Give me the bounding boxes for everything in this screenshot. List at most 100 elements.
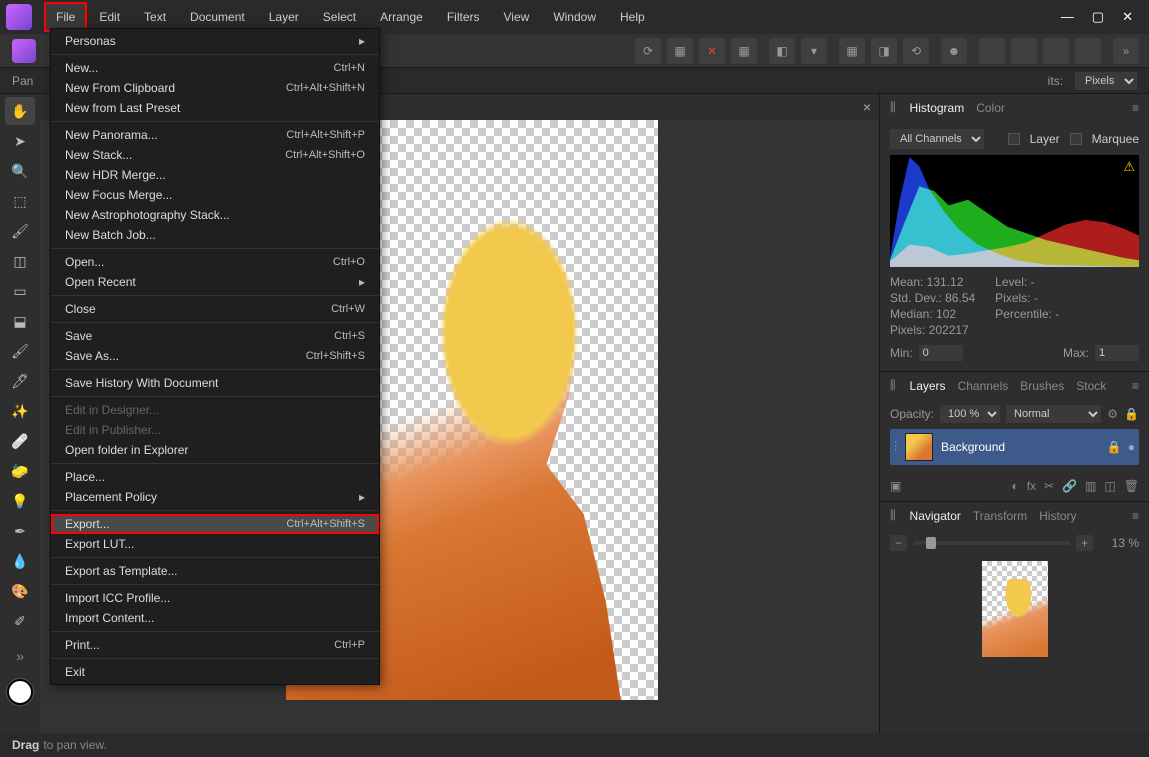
tab-navigator[interactable]: Navigator [910,509,961,523]
maximize-button[interactable]: ▢ [1092,9,1104,25]
tab-channels[interactable]: Channels [958,379,1009,393]
layer-visible-icon[interactable]: ● [1128,440,1135,454]
menu-item-new-batch-job[interactable]: New Batch Job... [51,225,379,245]
tab-histogram[interactable]: Histogram [910,101,965,115]
toolbar-button-10[interactable] [1011,38,1037,64]
menu-item-place[interactable]: Place... [51,467,379,487]
panel-grip-icon[interactable]: ⫼ [890,508,896,523]
navigator-preview[interactable] [982,561,1048,657]
toolbar-button-6[interactable]: ▦ [839,38,865,64]
menu-item-new[interactable]: New...Ctrl+N [51,58,379,78]
max-input[interactable] [1095,345,1139,361]
menu-item-export-lut[interactable]: Export LUT... [51,534,379,554]
menu-item-open-recent[interactable]: Open Recent▸ [51,272,379,292]
menu-item-save-history-with-document[interactable]: Save History With Document [51,373,379,393]
paint-icon[interactable]: 🖌 [5,337,35,365]
marquee-checkbox[interactable] [1070,133,1082,145]
channel-select[interactable]: All Channels [890,129,984,149]
minimize-button[interactable]: — [1061,9,1074,25]
menu-item-personas[interactable]: Personas▸ [51,31,379,51]
layer-row[interactable]: ⫶ Background 🔒 ● [890,429,1139,465]
tab-transform[interactable]: Transform [973,509,1027,523]
document-close-icon[interactable]: × [863,99,871,115]
toolbar-overflow[interactable]: » [1113,38,1139,64]
group-icon[interactable]: ▥ [1085,479,1096,493]
trash-icon[interactable]: 🗑 [1124,479,1139,493]
close-button[interactable]: ✕ [1122,9,1133,25]
menu-item-save-as[interactable]: Save As...Ctrl+Shift+S [51,346,379,366]
menu-item-exit[interactable]: Exit [51,662,379,682]
lock-icon[interactable]: 🔒 [1124,407,1139,421]
menu-item-export-as-template[interactable]: Export as Template... [51,561,379,581]
effects-icon[interactable]: ✨ [5,397,35,425]
menu-item-placement-policy[interactable]: Placement Policy▸ [51,487,379,507]
zoom-slider[interactable] [913,541,1070,545]
toolbar-button-9[interactable] [979,38,1005,64]
panel-menu-icon[interactable]: ≡ [1132,379,1139,393]
adjustment-icon[interactable]: ◐ [1011,479,1018,493]
toolbar-button-8[interactable]: ⟲ [903,38,929,64]
fx-icon[interactable]: fx [1027,479,1036,493]
panel-menu-icon[interactable]: ≡ [1132,509,1139,523]
flood-icon[interactable]: ⬓ [5,307,35,335]
panel-menu-icon[interactable]: ≡ [1132,101,1139,115]
panel-grip-icon[interactable]: ⫼ [890,100,896,115]
menu-item-close[interactable]: CloseCtrl+W [51,299,379,319]
toolbar-button-7[interactable]: ◨ [871,38,897,64]
link-icon[interactable]: 🔗 [1062,479,1077,493]
toolbar-button-1[interactable]: ⟳ [635,38,661,64]
toolbar-button-2[interactable]: ▦ [667,38,693,64]
warning-icon[interactable]: ⚠ [1123,159,1135,175]
menu-item-new-stack[interactable]: New Stack...Ctrl+Alt+Shift+O [51,145,379,165]
arrow-icon[interactable]: ➤ [5,127,35,155]
toolbar-dropdown-1[interactable]: ▾ [801,38,827,64]
menu-item-export[interactable]: Export...Ctrl+Alt+Shift+S [51,514,379,534]
color-picker-icon[interactable]: ✐ [5,607,35,635]
zoom-icon[interactable]: 🔍 [5,157,35,185]
persona-icon[interactable] [12,39,36,63]
panel-grip-icon[interactable]: ⫼ [890,378,896,393]
menu-item-open-folder-in-explorer[interactable]: Open folder in Explorer [51,440,379,460]
gear-icon[interactable]: ⚙ [1107,407,1118,421]
menu-item-new-from-clipboard[interactable]: New From ClipboardCtrl+Alt+Shift+N [51,78,379,98]
blur-icon[interactable]: 💧 [5,547,35,575]
sponge-icon[interactable]: 🧽 [5,457,35,485]
zoom-out-button[interactable]: − [890,535,907,551]
tab-brushes[interactable]: Brushes [1020,379,1064,393]
layer-lock-icon[interactable]: 🔒 [1107,440,1122,454]
brush-icon[interactable]: 🖌 [5,217,35,245]
menu-item-new-from-last-preset[interactable]: New from Last Preset [51,98,379,118]
units-select[interactable]: Pixels [1075,72,1137,90]
toolbar-button-5[interactable]: ◧ [769,38,795,64]
menu-filters[interactable]: Filters [435,2,492,32]
color-swatch[interactable] [7,679,33,705]
menu-view[interactable]: View [492,2,542,32]
paintbrush-icon[interactable]: 🖊 [5,367,35,395]
menu-item-open[interactable]: Open...Ctrl+O [51,252,379,272]
layer-grip-icon[interactable]: ⫶ [894,440,897,455]
min-input[interactable] [919,345,963,361]
layer-checkbox[interactable] [1008,133,1020,145]
menu-item-new-focus-merge[interactable]: New Focus Merge... [51,185,379,205]
crop-icon[interactable]: ✂ [1044,479,1054,493]
toolbar-button-11[interactable] [1043,38,1069,64]
tab-color[interactable]: Color [976,101,1005,115]
menu-window[interactable]: Window [541,2,608,32]
assistant-icon[interactable]: ☻ [941,38,967,64]
marquee-icon[interactable]: ▭ [5,277,35,305]
toolbar-button-4[interactable]: ▦ [731,38,757,64]
menu-item-import-content[interactable]: Import Content... [51,608,379,628]
menu-item-save[interactable]: SaveCtrl+S [51,326,379,346]
menu-help[interactable]: Help [608,2,657,32]
healing-icon[interactable]: 🩹 [5,427,35,455]
mask-icon[interactable]: ▣ [890,479,901,493]
tab-history[interactable]: History [1039,509,1076,523]
menu-item-new-panorama[interactable]: New Panorama...Ctrl+Alt+Shift+P [51,125,379,145]
blend-mode-select[interactable]: Normal [1006,405,1101,423]
light-icon[interactable]: 💡 [5,487,35,515]
menu-item-new-hdr-merge[interactable]: New HDR Merge... [51,165,379,185]
tools-overflow-icon[interactable]: » [5,642,35,670]
eraser-icon[interactable]: ◫ [5,247,35,275]
menu-item-print[interactable]: Print...Ctrl+P [51,635,379,655]
crop-icon[interactable]: ⬚ [5,187,35,215]
